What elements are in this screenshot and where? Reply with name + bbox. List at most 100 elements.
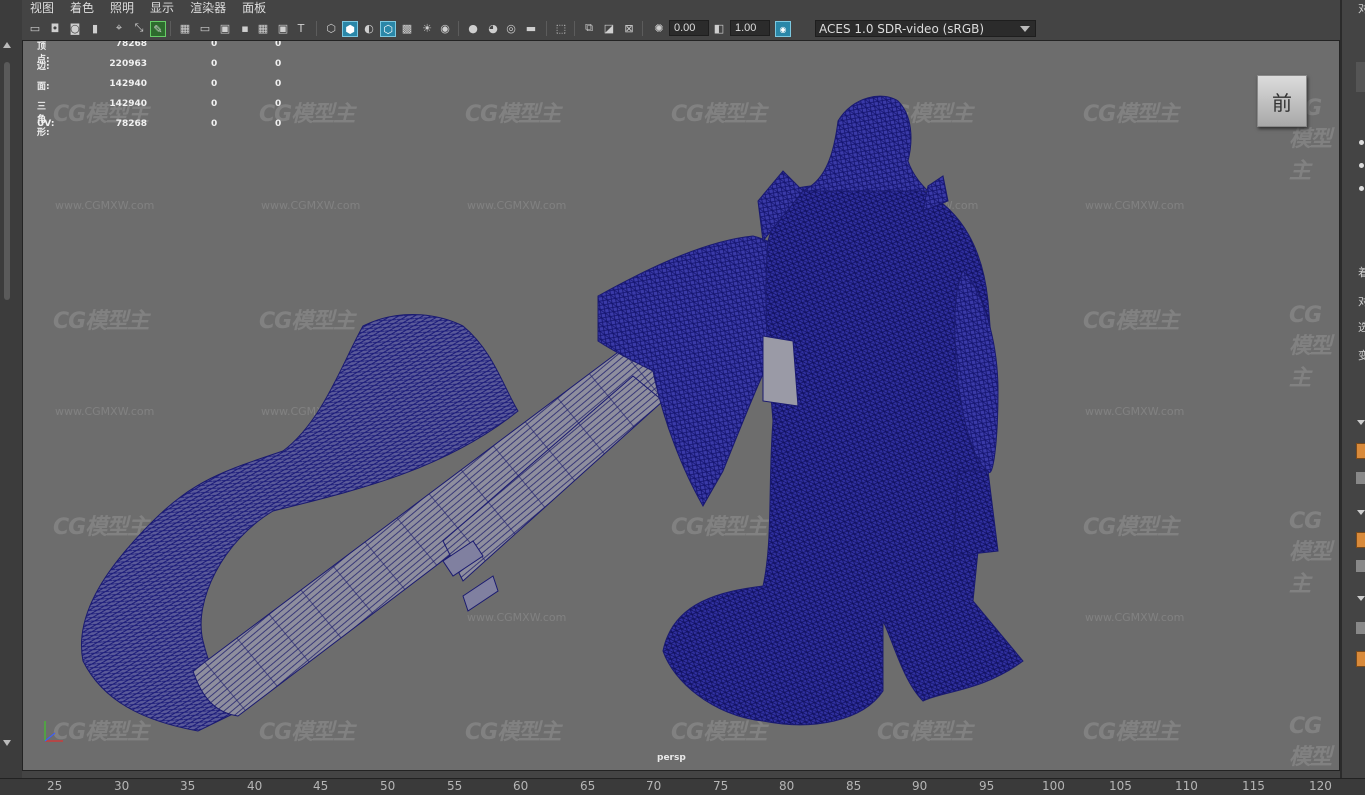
- shelf-cube-icon[interactable]: [1356, 443, 1365, 459]
- collapse-arrow-icon[interactable]: [1357, 596, 1365, 601]
- default-material-icon[interactable]: ◐: [362, 21, 376, 35]
- viewport-toolbar: ▭ ◘ ◙ ▮ ⌖ ⤡ ✎ ▦ ▭ ▣ ▪ ▦ ▣ T ⬡ ⬢ ◐ ⬡ ▩ ☀ …: [22, 17, 1340, 41]
- smooth-shade-icon[interactable]: ⬢: [342, 21, 358, 37]
- use-all-lights-icon[interactable]: ☀: [420, 21, 434, 35]
- safe-action-icon[interactable]: ▣: [276, 21, 290, 35]
- screen-space-ao-icon[interactable]: ●: [466, 21, 480, 35]
- menu-panels[interactable]: 面板: [234, 0, 274, 17]
- textured-icon[interactable]: ▩: [400, 21, 414, 35]
- timeline-tick: 30: [114, 779, 130, 793]
- shadows-icon[interactable]: ◉: [438, 21, 452, 35]
- exposure-field[interactable]: [669, 20, 709, 36]
- resolution-gate-icon[interactable]: ▣: [218, 21, 232, 35]
- menu-show[interactable]: 显示: [142, 0, 182, 17]
- camera-label: persp: [657, 753, 686, 763]
- field-chart-icon[interactable]: ▦: [256, 21, 270, 35]
- wireframe-model[interactable]: [23, 41, 1340, 771]
- image-plane-icon[interactable]: ⌖: [112, 21, 126, 35]
- gamma-field[interactable]: [730, 20, 770, 36]
- select-camera-icon[interactable]: ▭: [28, 21, 42, 35]
- menu-shading[interactable]: 着色: [62, 0, 102, 17]
- gamma-icon[interactable]: ◧: [712, 21, 726, 35]
- xray-icon[interactable]: ⧉: [582, 21, 596, 35]
- multisample-aa-icon[interactable]: ◎: [504, 21, 518, 35]
- lantern: [952, 470, 999, 557]
- right-attribute-panel: 对 着 对 选 变: [1340, 0, 1365, 778]
- view-transform-icon[interactable]: ◉: [775, 21, 791, 37]
- shelf-cube-icon[interactable]: [1356, 651, 1365, 667]
- scroll-down-arrow-icon[interactable]: [3, 740, 11, 746]
- timeline-tick: 105: [1109, 779, 1132, 793]
- right-panel-glyph: 对: [1358, 295, 1365, 308]
- timeline-tick: 95: [979, 779, 995, 793]
- radio-dot-icon[interactable]: [1359, 163, 1364, 168]
- xray-components-icon[interactable]: ⊠: [622, 21, 636, 35]
- grid-icon[interactable]: ▦: [178, 21, 192, 35]
- depth-of-field-icon[interactable]: ▬: [524, 21, 538, 35]
- right-panel-glyph: 选: [1358, 321, 1365, 334]
- exposure-icon[interactable]: ✺: [652, 21, 666, 35]
- shelf-tool-icon[interactable]: [1356, 472, 1365, 484]
- xray-joints-icon[interactable]: ◪: [602, 21, 616, 35]
- menu-view[interactable]: 视图: [22, 0, 62, 17]
- radio-dot-icon[interactable]: [1359, 140, 1364, 145]
- isolate-select-icon[interactable]: ⬚: [554, 21, 568, 35]
- timeline-tick: 25: [47, 779, 63, 793]
- panel-scrollbar[interactable]: [1356, 62, 1365, 92]
- panel-menu-bar: 视图 着色 照明 显示 渲染器 面板: [22, 0, 1340, 17]
- shelf-tool-icon[interactable]: [1356, 560, 1365, 572]
- timeline-tick: 115: [1242, 779, 1265, 793]
- chevron-down-icon: [1020, 26, 1030, 32]
- wireframe-mode-icon[interactable]: ⬡: [324, 21, 338, 35]
- timeline-tick: 70: [646, 779, 662, 793]
- shelf-tool-icon[interactable]: [1356, 622, 1365, 634]
- timeline-tick: 85: [846, 779, 862, 793]
- right-panel-glyph: 对: [1358, 2, 1365, 15]
- 3d-viewport[interactable]: CG模型主 CG模型主 CG模型主 CG模型主 CG模型主 CG模型主 CG模型…: [22, 40, 1340, 771]
- timeline-tick: 50: [380, 779, 396, 793]
- menu-lighting[interactable]: 照明: [102, 0, 142, 17]
- head-helmet: [802, 95, 930, 192]
- time-slider[interactable]: 25 30 35 40 45 50 55 60 65 70 75 80 85 9…: [0, 778, 1365, 795]
- toolbar-separator: [546, 21, 547, 36]
- toolbar-separator: [170, 21, 171, 36]
- timeline-tick: 35: [180, 779, 196, 793]
- 2d-pan-zoom-icon[interactable]: ⤡: [132, 21, 146, 35]
- timeline-tick: 65: [580, 779, 596, 793]
- motion-blur-icon[interactable]: ◕: [486, 21, 500, 35]
- timeline-tick: 75: [713, 779, 729, 793]
- toolbar-separator: [574, 21, 575, 36]
- film-gate-icon[interactable]: ▭: [198, 21, 212, 35]
- right-panel-glyph: 着: [1358, 266, 1365, 279]
- timeline-tick: 120: [1309, 779, 1332, 793]
- toolbar-separator: [642, 21, 643, 36]
- axis-gizmo: [44, 721, 63, 742]
- safe-title-icon[interactable]: T: [294, 21, 308, 35]
- timeline-tick: 110: [1175, 779, 1198, 793]
- wireframe-on-shaded-icon[interactable]: ⬡: [380, 21, 396, 37]
- viewcube[interactable]: 前: [1257, 75, 1307, 127]
- grease-pencil-icon[interactable]: ✎: [150, 21, 166, 37]
- left-tool-strip: [0, 0, 22, 778]
- timeline-tick: 55: [447, 779, 463, 793]
- toolbar-separator: [316, 21, 317, 36]
- lock-camera-icon[interactable]: ◘: [48, 21, 62, 35]
- collapse-arrow-icon[interactable]: [1357, 420, 1365, 425]
- belt-pouch: [762, 335, 799, 407]
- camera-attributes-icon[interactable]: ◙: [68, 21, 82, 35]
- toolbar-separator: [458, 21, 459, 36]
- radio-dot-icon[interactable]: [1359, 186, 1364, 191]
- collapse-arrow-icon[interactable]: [1357, 510, 1365, 515]
- timeline-tick: 80: [779, 779, 795, 793]
- shelf-cube-icon[interactable]: [1356, 532, 1365, 548]
- timeline-tick: 40: [247, 779, 263, 793]
- left-scrollbar[interactable]: [4, 62, 10, 300]
- timeline-tick: 45: [313, 779, 329, 793]
- timeline-tick: 90: [912, 779, 928, 793]
- color-space-dropdown[interactable]: ACES 1.0 SDR-video (sRGB): [815, 20, 1036, 37]
- bookmark-icon[interactable]: ▮: [88, 21, 102, 35]
- timeline-tick: 100: [1042, 779, 1065, 793]
- scroll-up-arrow-icon[interactable]: [3, 42, 11, 48]
- menu-renderer[interactable]: 渲染器: [182, 0, 234, 17]
- gate-mask-icon[interactable]: ▪: [238, 21, 252, 35]
